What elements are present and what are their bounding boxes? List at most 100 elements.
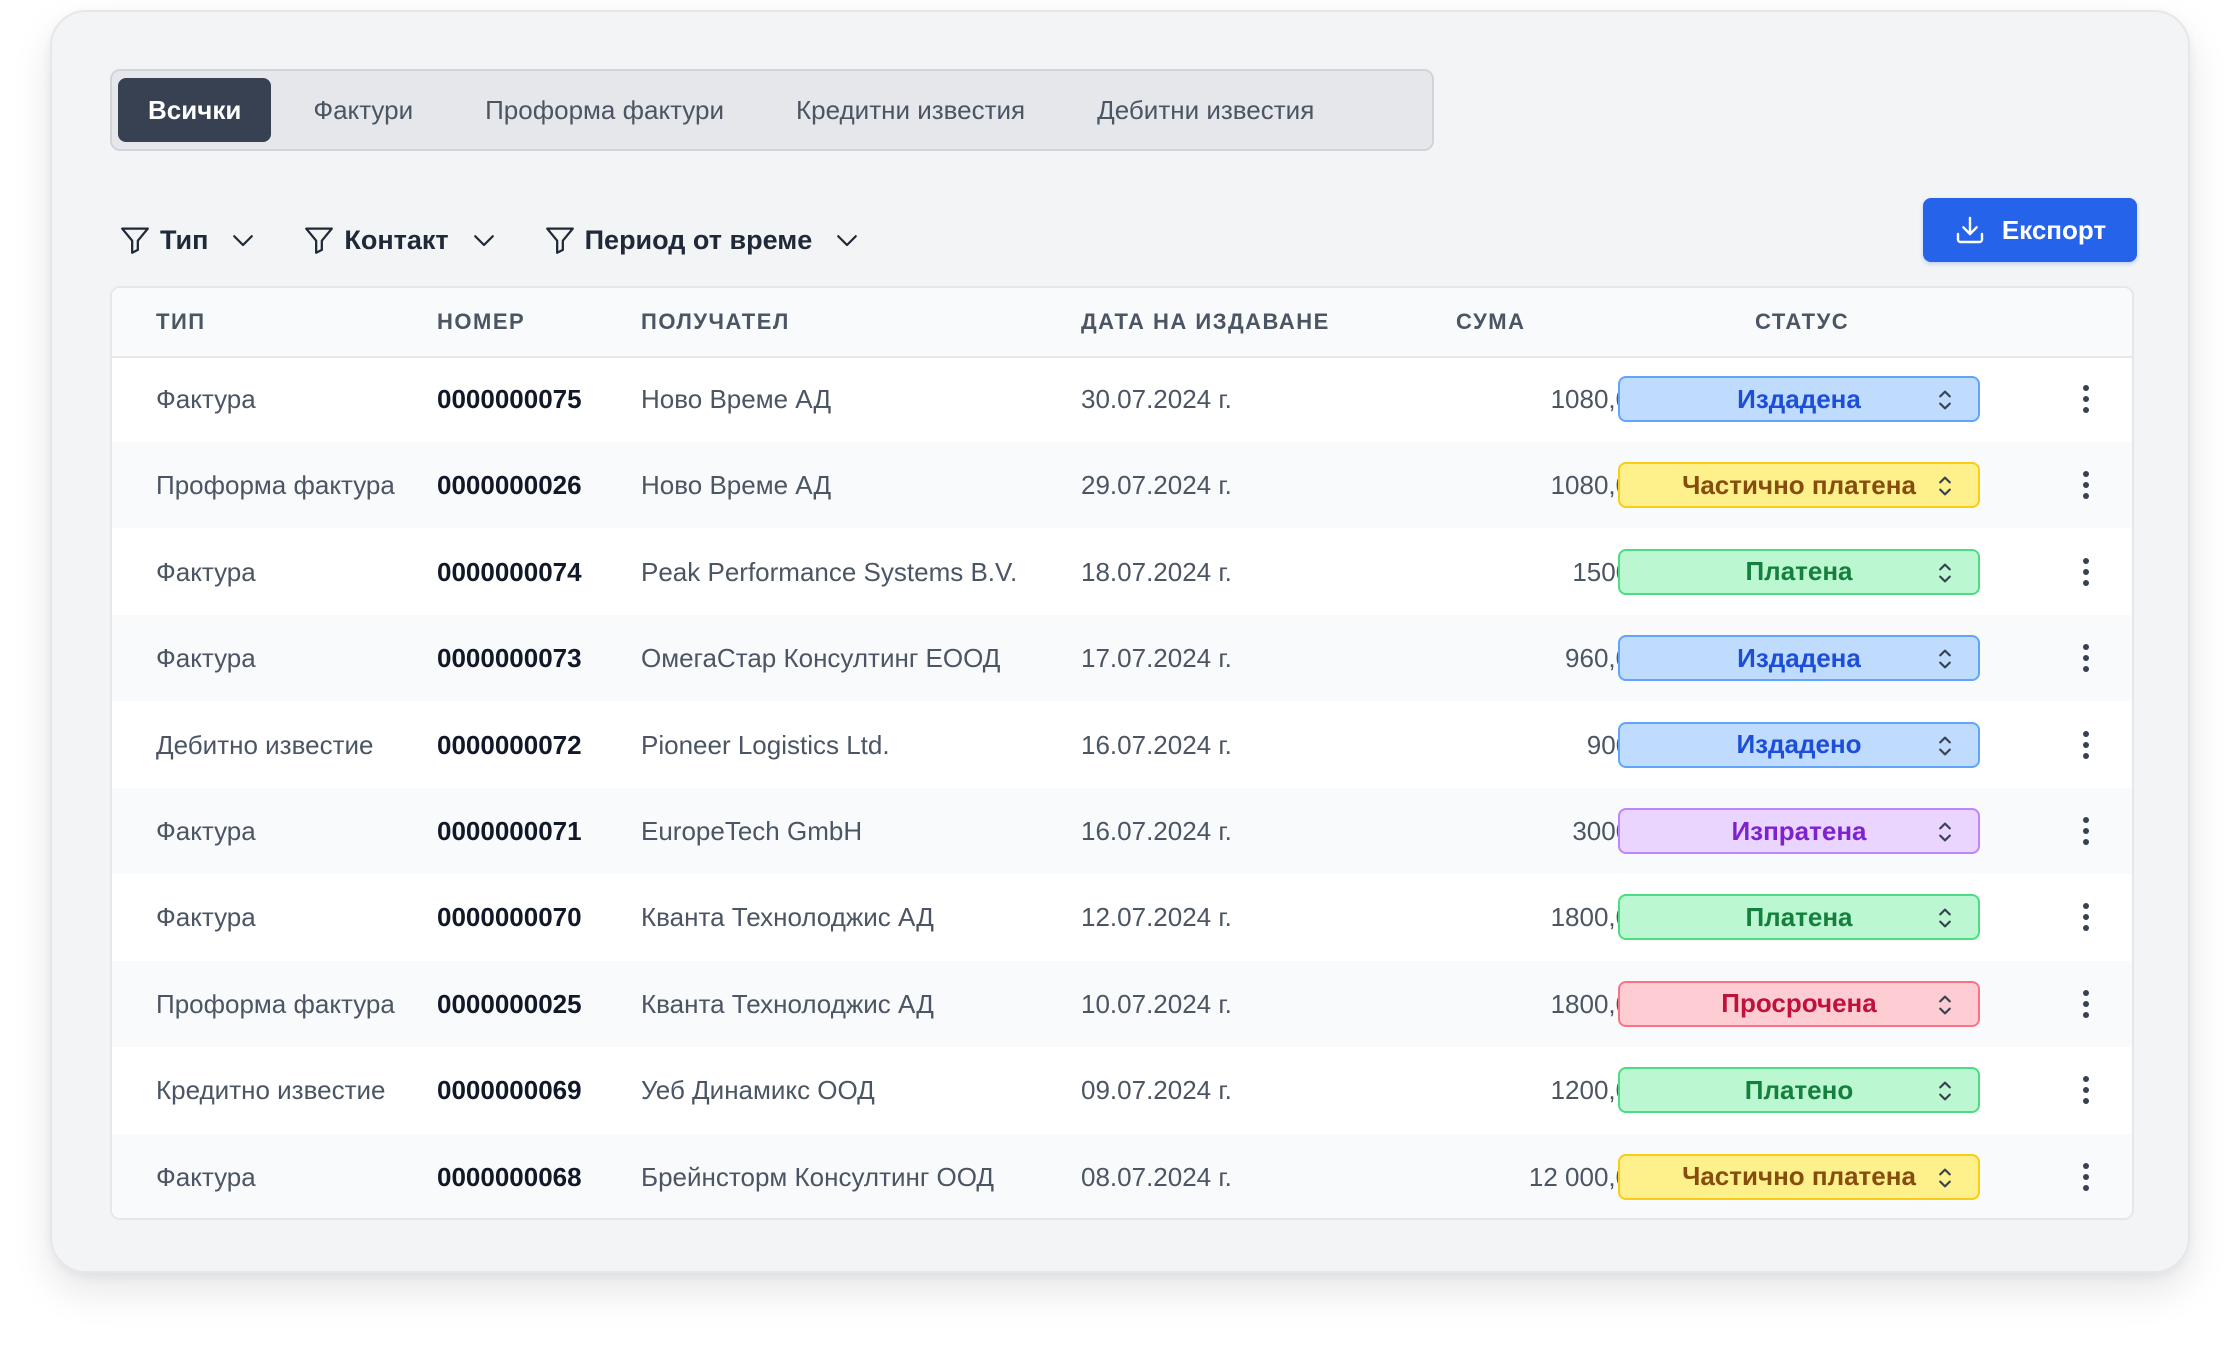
column-header-number[interactable]: НОМЕР <box>437 288 525 356</box>
cell-recipient: Брейнсторм Консултинг ООД <box>641 1161 995 1192</box>
status-select[interactable]: Изпратена <box>1618 808 1980 854</box>
more-vertical-icon <box>2083 1076 2089 1105</box>
cell-type: Фактура <box>156 556 256 587</box>
chevron-up-down-icon <box>1939 1168 1951 1188</box>
row-actions-button[interactable] <box>2068 1072 2104 1108</box>
table-row[interactable]: Фактура 0000000075 Ново Време АД 30.07.2024… <box>112 356 2132 442</box>
cell-recipient: Ново Време АД <box>641 470 832 501</box>
table-row[interactable]: Кредитно известие 0000000069 Уеб Динамикс … <box>112 1047 2132 1133</box>
filter-icon <box>545 227 574 254</box>
chevron-up-down-icon <box>1939 995 1951 1015</box>
cell-number: 0000000068 <box>437 1161 582 1192</box>
table-row[interactable]: Фактура 0000000070 Кванта Технолоджис АД 12… <box>112 874 2132 960</box>
row-actions-button[interactable] <box>2068 554 2104 590</box>
cell-issue-date: 12.07.2024 г. <box>1081 902 1232 933</box>
table-row[interactable]: Дебитно известие 0000000072 Pioneer Logist… <box>112 702 2132 788</box>
cell-type: Дебитно известие <box>156 729 374 760</box>
column-header-issue-date[interactable]: ДАТА НА ИЗДАВАНЕ <box>1081 288 1330 356</box>
filter-period[interactable]: Период от време <box>543 223 863 257</box>
cell-type: Кредитно известие <box>156 1075 386 1106</box>
tab-invoices[interactable]: Фактури <box>283 78 443 142</box>
status-select[interactable]: Просрочена <box>1618 980 1980 1027</box>
row-actions-button[interactable] <box>2068 986 2104 1022</box>
row-actions-button[interactable] <box>2068 727 2104 763</box>
cell-issue-date: 30.07.2024 г. <box>1081 384 1232 414</box>
tab-debit-notes[interactable]: Дебитни известия <box>1067 78 1344 142</box>
row-actions-button[interactable] <box>2068 1159 2104 1195</box>
chevron-up-down-icon <box>1939 736 1951 756</box>
status-label: Частично платена <box>1682 1161 1916 1192</box>
filter-contact[interactable]: Контакт <box>302 223 498 257</box>
chevron-up-down-icon <box>1939 908 1951 928</box>
status-label: Платена <box>1745 556 1853 587</box>
cell-number: 0000000075 <box>437 384 582 414</box>
cell-issue-date: 29.07.2024 г. <box>1081 470 1232 501</box>
cell-type: Фактура <box>156 902 256 933</box>
status-select[interactable]: Издадена <box>1618 635 1980 682</box>
cell-issue-date: 09.07.2024 г. <box>1081 1075 1232 1106</box>
table-row[interactable]: Фактура 0000000071 EuropeTech GmbH 16.07.20… <box>112 788 2132 874</box>
table-row[interactable]: Проформа фактура 0000000026 Ново Време АД 2… <box>112 442 2132 529</box>
cell-issue-date: 10.07.2024 г. <box>1081 988 1232 1019</box>
chevron-down-icon <box>233 235 254 247</box>
filter-icon <box>121 227 149 254</box>
row-actions-button[interactable] <box>2068 467 2104 503</box>
status-label: Изпратена <box>1731 815 1867 846</box>
cell-issue-date: 18.07.2024 г. <box>1081 556 1232 587</box>
status-label: Издадено <box>1736 729 1862 760</box>
status-label: Платена <box>1745 901 1853 932</box>
column-header-amount[interactable]: СУМА <box>1456 288 1526 356</box>
more-vertical-icon <box>2083 989 2089 1018</box>
filter-icon <box>305 227 334 254</box>
row-actions-button[interactable] <box>2068 381 2104 417</box>
cell-recipient: Кванта Технолоджис АД <box>641 902 934 933</box>
filter-bar: Тип Контакт Период от време <box>118 212 906 268</box>
cell-number: 0000000074 <box>437 556 582 587</box>
cell-recipient: Ново Време АД <box>641 384 832 414</box>
status-select[interactable]: Платена <box>1618 894 1980 941</box>
row-actions-button[interactable] <box>2068 640 2104 676</box>
row-actions-button[interactable] <box>2068 813 2104 849</box>
cell-type: Фактура <box>156 384 256 414</box>
table-row[interactable]: Фактура 0000000074 Peak Performance System… <box>112 529 2132 615</box>
export-button[interactable]: Експорт <box>1923 198 2137 262</box>
column-header-type[interactable]: ТИП <box>156 288 206 356</box>
more-vertical-icon <box>2083 471 2089 500</box>
status-label: Частично платена <box>1682 469 1916 500</box>
filter-type[interactable]: Тип <box>118 223 258 257</box>
more-vertical-icon <box>2083 1162 2089 1191</box>
status-select[interactable]: Частично платена <box>1618 462 1980 509</box>
status-select[interactable]: Платена <box>1618 548 1980 595</box>
more-vertical-icon <box>2083 557 2089 586</box>
more-vertical-icon <box>2083 644 2089 673</box>
status-label: Издадена <box>1737 642 1861 673</box>
tab-proforma-invoices[interactable]: Проформа фактури <box>455 78 754 142</box>
cell-number: 0000000070 <box>437 902 582 933</box>
cell-issue-date: 16.07.2024 г. <box>1081 729 1232 760</box>
table-header: ТИП НОМЕР ПОЛУЧАТЕЛ ДАТА НА ИЗДАВАНЕ СУМ… <box>112 288 2132 358</box>
status-select[interactable]: Издадено <box>1618 721 1980 768</box>
tab-all[interactable]: Всички <box>118 78 272 142</box>
cell-type: Фактура <box>156 816 256 846</box>
tab-credit-notes[interactable]: Кредитни известия <box>766 78 1055 142</box>
column-header-status[interactable]: СТАТУС <box>1755 288 1849 356</box>
status-label: Платено <box>1744 1074 1854 1105</box>
status-select[interactable]: Издадена <box>1618 376 1980 422</box>
table-row[interactable]: Проформа фактура 0000000025 Кванта Техноло… <box>112 960 2132 1047</box>
table-row[interactable]: Фактура 0000000068 Брейнсторм Консултинг О… <box>112 1133 2132 1218</box>
row-actions-button[interactable] <box>2068 899 2104 935</box>
cell-number: 0000000025 <box>437 988 582 1019</box>
status-label: Просрочена <box>1721 988 1877 1019</box>
chevron-up-down-icon <box>1939 822 1951 842</box>
table-row[interactable]: Фактура 0000000073 ОмегаСтар Консултинг ЕО… <box>112 615 2132 702</box>
filter-contact-label: Контакт <box>344 224 449 255</box>
column-header-recipient[interactable]: ПОЛУЧАТЕЛ <box>641 288 790 356</box>
status-select[interactable]: Платено <box>1618 1067 1980 1114</box>
cell-recipient: Peak Performance Systems B.V. <box>641 556 1018 587</box>
cell-recipient: Уеб Динамикс ООД <box>641 1075 875 1106</box>
export-button-label: Експорт <box>2001 214 2107 245</box>
chevron-up-down-icon <box>1939 563 1951 583</box>
more-vertical-icon <box>2083 903 2089 932</box>
status-select[interactable]: Частично платена <box>1618 1153 1980 1200</box>
cell-number: 0000000026 <box>437 470 582 501</box>
